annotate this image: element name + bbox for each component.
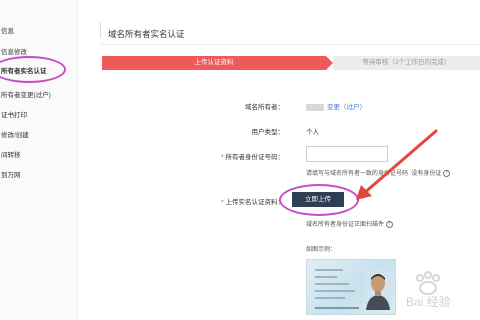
card-text-line [315, 269, 343, 271]
card-text-line [315, 283, 349, 285]
page-title: 域名所有者实名认证 [108, 29, 185, 39]
upload-hint: 域名所有者身份证正面扫描件 ? [306, 219, 393, 228]
id-number-input[interactable] [306, 146, 388, 162]
step-upload: 上传认证资料 [102, 56, 326, 70]
annotation-circle-upload [279, 184, 359, 216]
upload-label: * 上传实名认证资料： [221, 199, 285, 206]
sidebar-item-certificate-print[interactable]: 证书打印 [0, 108, 78, 124]
id-hint-text: 请填写与域名所有者一致的身份证号码 [306, 171, 409, 177]
owner-change-link[interactable]: 变更 [327, 104, 340, 111]
baidu-jingyan-watermark: Bai 经验 [406, 271, 451, 309]
portrait-photo [365, 270, 391, 310]
user-type-value: 个人 [306, 129, 319, 136]
user-type-label: 用户类型： [251, 129, 285, 136]
help-icon[interactable]: ? [385, 220, 393, 228]
id-number-label-text: 所有者身份证号码： [225, 154, 285, 161]
id-card-example-image [306, 259, 396, 315]
sidebar-item-modify-create[interactable]: 修改/创建 [0, 128, 78, 144]
card-id-number-line [315, 307, 359, 309]
title-rule [100, 44, 480, 45]
upload-hint-text: 域名所有者身份证正面扫描件 [306, 222, 385, 228]
watermark-text: Bai 经验 [406, 294, 451, 309]
id-number-hint: 请填写与域名所有者一致的身份证号码 没有身份证 ? [306, 168, 451, 177]
sidebar-item-owner-transfer[interactable]: 所有者变更(过户) [0, 88, 78, 104]
sidebar-item-info[interactable]: 信息 [0, 24, 78, 40]
sidebar: 信息 信息修改 所有者实名认证 所有者变更(过户) 证书打印 修改/创建 间转移… [0, 0, 78, 320]
card-text-line [315, 297, 345, 299]
step-review: 等待审核（2个工作日内完成） [333, 56, 480, 70]
upload-label-text: 上传实名认证资料： [225, 199, 285, 206]
help-icon[interactable]: ? [443, 169, 451, 177]
owner-value: 变更（过户） [306, 101, 366, 111]
no-id-card-link[interactable]: 没有身份证 [411, 171, 441, 177]
title-divider [100, 22, 101, 38]
step-arrow [326, 56, 333, 70]
example-label: 如图示例： [306, 247, 337, 253]
owner-transfer-link[interactable]: （过户） [340, 104, 366, 111]
sidebar-item-transfer[interactable]: 间转移 [0, 148, 78, 164]
owner-name-redacted [306, 103, 324, 111]
card-text-line [315, 290, 355, 292]
progress-steps: 上传认证资料 等待审核（2个工作日内完成） [102, 56, 480, 70]
card-text-line [315, 276, 337, 278]
owner-label: 域名所有者： [245, 104, 284, 111]
sidebar-item-to-wanwang[interactable]: 到万网 [0, 168, 78, 184]
id-number-label: * 所有者身份证号码： [221, 154, 285, 161]
